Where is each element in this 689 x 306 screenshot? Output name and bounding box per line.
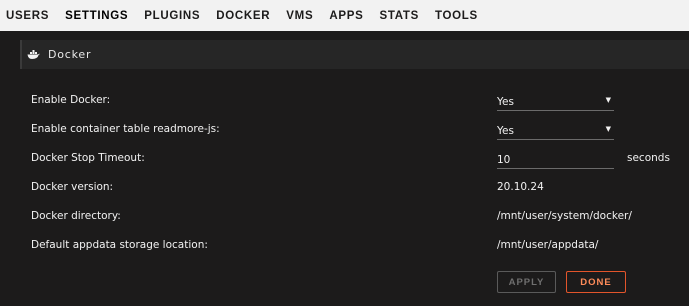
done-button[interactable]: DONE <box>566 271 626 293</box>
chevron-down-icon: ▼ <box>605 125 611 133</box>
panel-title: Docker <box>48 48 92 61</box>
stop-timeout-input[interactable]: 10 <box>497 148 614 169</box>
docker-directory-label: Docker directory: <box>31 210 121 222</box>
tab-apps[interactable]: APPS <box>329 10 363 22</box>
enable-readmore-select[interactable]: Yes ▼ <box>497 119 614 140</box>
docker-whale-icon <box>27 49 40 60</box>
enable-readmore-value: Yes <box>497 125 514 137</box>
stop-timeout-value: 10 <box>497 154 511 166</box>
enable-docker-label: Enable Docker: <box>31 94 111 106</box>
setting-row-stop-timeout: Docker Stop Timeout: 10 seconds <box>0 148 689 169</box>
appdata-location-value: /mnt/user/appdata/ <box>497 239 599 251</box>
appdata-location-label: Default appdata storage location: <box>31 239 208 251</box>
chevron-down-icon: ▼ <box>605 96 611 104</box>
tab-plugins[interactable]: PLUGINS <box>144 10 200 22</box>
setting-row-appdata: Default appdata storage location: /mnt/u… <box>0 235 689 255</box>
docker-version-value: 20.10.24 <box>497 181 544 193</box>
setting-row-enable-docker: Enable Docker: Yes ▼ <box>0 90 689 111</box>
enable-docker-value: Yes <box>497 96 514 108</box>
tab-users[interactable]: USERS <box>6 10 49 22</box>
apply-button[interactable]: APPLY <box>497 271 556 293</box>
docker-directory-value: /mnt/user/system/docker/ <box>497 210 632 222</box>
tab-tools[interactable]: TOOLS <box>435 10 478 22</box>
tab-stats[interactable]: STATS <box>379 10 419 22</box>
setting-row-readmore: Enable container table readmore-js: Yes … <box>0 119 689 140</box>
top-navigation: USERS SETTINGS PLUGINS DOCKER VMS APPS S… <box>0 0 689 31</box>
tab-docker[interactable]: DOCKER <box>216 10 270 22</box>
tab-settings[interactable]: SETTINGS <box>65 10 128 22</box>
stop-timeout-unit: seconds <box>627 152 670 164</box>
tab-vms[interactable]: VMS <box>286 10 313 22</box>
enable-docker-select[interactable]: Yes ▼ <box>497 90 614 111</box>
setting-row-version: Docker version: 20.10.24 <box>0 177 689 197</box>
setting-row-directory: Docker directory: /mnt/user/system/docke… <box>0 206 689 226</box>
docker-version-label: Docker version: <box>31 181 114 193</box>
stop-timeout-label: Docker Stop Timeout: <box>31 152 145 164</box>
panel-accent-bar <box>20 40 22 69</box>
enable-readmore-label: Enable container table readmore-js: <box>31 123 220 135</box>
panel-header: Docker <box>20 40 689 69</box>
